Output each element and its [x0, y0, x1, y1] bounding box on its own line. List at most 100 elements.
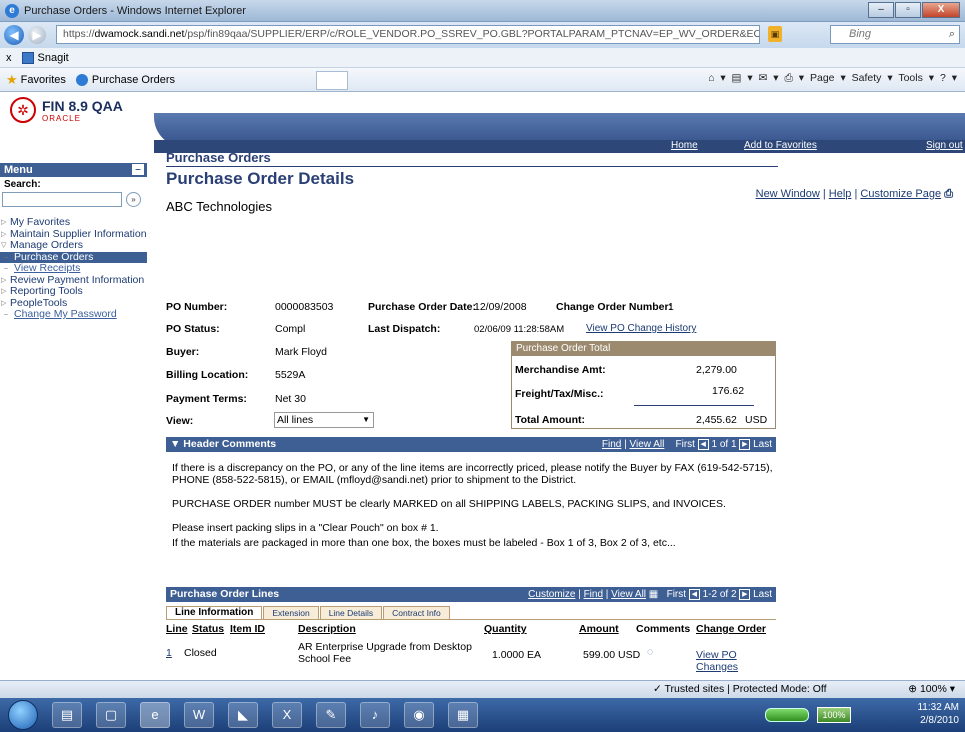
- media-taskbar-icon[interactable]: ♪: [360, 702, 390, 728]
- pl-view-all-link[interactable]: View All: [611, 589, 646, 600]
- page-utility-links: New Window | Help | Customize Page ⎙: [755, 188, 953, 200]
- customize-page-link[interactable]: Customize Page: [860, 188, 941, 200]
- pl-find-link[interactable]: Find: [584, 589, 603, 600]
- mail-icon[interactable]: ✉ ▾: [759, 72, 779, 84]
- last-dispatch-label: Last Dispatch:: [368, 323, 441, 335]
- back-button[interactable]: ◀: [4, 25, 24, 45]
- pl-pager: 1-2 of 2: [702, 589, 737, 600]
- view-po-change-history-link[interactable]: View PO Change History: [586, 323, 696, 334]
- snagit-button[interactable]: Snagit: [21, 51, 69, 64]
- tab-line-information[interactable]: Line Information: [166, 606, 263, 619]
- change-order-label: Change Order Number:: [556, 301, 673, 313]
- pl-next-icon[interactable]: ▶: [739, 588, 751, 600]
- lock-icon[interactable]: ▣: [768, 26, 782, 42]
- col-quantity[interactable]: Quantity: [484, 623, 527, 635]
- sign-out-link[interactable]: Sign out: [926, 140, 963, 151]
- snagit-label: Snagit: [37, 51, 69, 64]
- url-field[interactable]: https://dwamock.sandi.net/psp/fin89qaa/S…: [56, 25, 760, 44]
- po-lines-band: Purchase Order Lines Customize | Find | …: [166, 587, 776, 602]
- comment-bubble-icon[interactable]: ◌: [647, 646, 653, 658]
- po-lines-tabs: Line Information Extension Line Details …: [166, 606, 451, 619]
- menu-search-input[interactable]: [2, 192, 122, 207]
- battery-percent[interactable]: 100%: [817, 707, 851, 723]
- header-comments-title[interactable]: ▼ Header Comments: [170, 438, 276, 450]
- view-po-changes-link[interactable]: View PO Changes: [696, 649, 776, 673]
- col-status[interactable]: Status: [192, 623, 224, 635]
- menu-item-manage-orders[interactable]: Manage Orders: [0, 239, 147, 252]
- close-button[interactable]: X: [922, 2, 960, 18]
- col-amount[interactable]: Amount: [579, 623, 619, 635]
- battery-icon[interactable]: [765, 708, 809, 722]
- favorites-button[interactable]: Favorites: [21, 74, 66, 86]
- clock-date[interactable]: 2/8/2010: [917, 714, 959, 727]
- safety-menu[interactable]: Safety ▾: [852, 72, 893, 84]
- pl-last[interactable]: Last: [753, 589, 772, 600]
- line-number-link[interactable]: 1: [166, 647, 172, 659]
- forward-button[interactable]: ▶: [28, 26, 46, 44]
- col-change-order[interactable]: Change Order: [696, 623, 766, 635]
- minimize-button[interactable]: –: [868, 2, 894, 18]
- last-dispatch: 02/06/09 11:28:58AM: [474, 324, 565, 335]
- menu-item-my-favorites[interactable]: My Favorites: [0, 216, 147, 229]
- menu-search-go-icon[interactable]: »: [126, 192, 141, 207]
- comment-paragraph: Please insert packing slips in a "Clear …: [172, 522, 439, 534]
- browser-tab[interactable]: Purchase Orders: [75, 73, 175, 86]
- chrome-taskbar-icon[interactable]: ◉: [404, 702, 434, 728]
- word-taskbar-icon[interactable]: W: [184, 702, 214, 728]
- menu-item-view-receipts[interactable]: View Receipts: [0, 262, 147, 275]
- search-input[interactable]: Bing ⌕: [830, 25, 960, 44]
- tab-contract-info[interactable]: Contract Info: [383, 606, 450, 619]
- hc-find-link[interactable]: Find: [602, 439, 621, 450]
- feeds-icon[interactable]: ▤ ▾: [732, 72, 753, 84]
- chevron-down-icon: ▼: [362, 415, 370, 424]
- col-line[interactable]: Line: [166, 623, 188, 635]
- help-link[interactable]: Help: [829, 188, 852, 200]
- notes-taskbar-icon[interactable]: ✎: [316, 702, 346, 728]
- clock-time[interactable]: 11:32 AM: [917, 701, 959, 714]
- explorer-taskbar-icon[interactable]: ▤: [52, 702, 82, 728]
- security-zone[interactable]: ✓ Trusted sites | Protected Mode: Off: [653, 683, 827, 695]
- app2-taskbar-icon[interactable]: ◣: [228, 702, 258, 728]
- help-icon[interactable]: ? ▾: [940, 72, 957, 84]
- collapse-menu-icon[interactable]: –: [132, 164, 144, 175]
- view-select[interactable]: All lines ▼: [274, 412, 374, 428]
- menu-item-reporting-tools[interactable]: Reporting Tools: [0, 285, 147, 298]
- col-description[interactable]: Description: [298, 623, 356, 635]
- menu-item-change-password[interactable]: Change My Password: [0, 308, 147, 321]
- hc-pager: 1 of 1: [711, 439, 737, 450]
- tab-extension[interactable]: Extension: [263, 606, 319, 619]
- favorites-icon[interactable]: ★: [6, 72, 18, 88]
- new-tab-button[interactable]: [316, 71, 348, 90]
- pl-prev-icon[interactable]: ◀: [688, 588, 700, 600]
- toolbar-close[interactable]: x: [6, 52, 12, 64]
- print-icon[interactable]: ⎙ ▾: [784, 72, 804, 84]
- pl-first[interactable]: First: [667, 589, 686, 600]
- search-icon[interactable]: ⌕: [949, 26, 955, 43]
- zoom-control[interactable]: ⊕ 100% ▾: [908, 683, 955, 695]
- app-title: FIN 8.9 QAA: [42, 97, 123, 114]
- line-description-cont: School Fee: [298, 653, 352, 665]
- pl-customize-link[interactable]: Customize: [528, 589, 575, 600]
- app-logo: ✲ FIN 8.9 QAA ORACLE: [10, 97, 123, 123]
- hc-first[interactable]: First: [675, 439, 694, 450]
- maximize-button[interactable]: ▫: [895, 2, 921, 18]
- tab-line-details[interactable]: Line Details: [319, 606, 383, 619]
- folder-taskbar-icon[interactable]: ▦: [448, 702, 478, 728]
- app-taskbar-icon[interactable]: ▢: [96, 702, 126, 728]
- billing-location-label: Billing Location:: [166, 369, 249, 381]
- line-amount: 599.00 USD: [583, 649, 641, 661]
- home-icon[interactable]: ⌂ ▾: [708, 72, 726, 84]
- snagit-icon: [21, 51, 34, 64]
- excel-taskbar-icon[interactable]: X: [272, 702, 302, 728]
- hc-view-all-link[interactable]: View All: [630, 439, 665, 450]
- ie-taskbar-icon[interactable]: e: [140, 702, 170, 728]
- hc-next-icon[interactable]: ▶: [739, 438, 751, 450]
- tools-menu[interactable]: Tools ▾: [898, 72, 934, 84]
- hc-last[interactable]: Last: [753, 439, 772, 450]
- start-button[interactable]: [8, 700, 38, 730]
- hc-prev-icon[interactable]: ◀: [697, 438, 709, 450]
- grid-download-icon[interactable]: ▦: [649, 589, 658, 600]
- print-page-icon[interactable]: ⎙: [944, 188, 953, 200]
- page-menu[interactable]: Page ▾: [810, 72, 846, 84]
- col-item-id[interactable]: Item ID: [230, 623, 265, 635]
